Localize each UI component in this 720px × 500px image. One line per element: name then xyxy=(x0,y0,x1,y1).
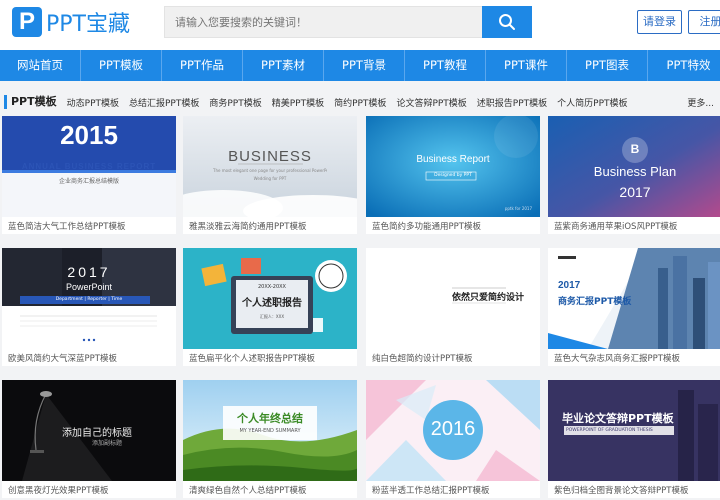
thumb-title: 添加自己的标题 xyxy=(62,428,132,439)
template-caption[interactable]: 紫色归档全图背景论文答辩PPT模板 xyxy=(554,484,688,496)
login-button[interactable]: 请登录 xyxy=(637,10,682,34)
template-card[interactable]: 依然只爱简约设计 纯白色超简约设计PPT模板 xyxy=(366,248,540,366)
template-card[interactable]: 2017 商务汇报PPT模板 蓝色大气杂志风商务汇报PPT模板 xyxy=(548,248,720,366)
thumb-subtitle: 2017 xyxy=(619,184,651,200)
nav-item-ppt-tutorials[interactable]: PPT教程 xyxy=(405,50,486,81)
template-thumbnail[interactable]: 个人年终总结 MY YEAR-END SUMMARY xyxy=(183,380,357,481)
template-caption[interactable]: 欧美风简约大气深蓝PPT模板 xyxy=(8,352,117,364)
nav-item-ppt-backgrounds[interactable]: PPT背景 xyxy=(324,50,405,81)
template-card[interactable]: 2016 粉蓝半透工作总结汇报PPT模板 xyxy=(366,380,540,498)
register-button[interactable]: 注册 xyxy=(688,10,720,34)
template-caption[interactable]: 蓝色大气杂志风商务汇报PPT模板 xyxy=(554,352,680,364)
template-thumbnail[interactable]: 2015 ANNUAL BUSINESS REPORT 企业商务汇报总结模版 xyxy=(2,116,176,217)
thumb-title: BUSINESS xyxy=(228,148,312,165)
main-nav: 网站首页 PPT模板 PPT作品 PPT素材 PPT背景 PPT教程 PPT课件… xyxy=(0,50,720,81)
category-bar: PPT模板 动态PPT模板 总结汇报PPT模板 商务PPT模板 精美PPT模板 … xyxy=(0,92,720,112)
template-thumbnail[interactable]: 依然只爱简约设计 xyxy=(366,248,540,349)
more-link[interactable]: 更多... xyxy=(687,96,714,109)
template-card[interactable]: 毕业论文答辩PPT模板 POWERPOINT OF GRADUATION THE… xyxy=(548,380,720,498)
thumb-title: 个人年终总结 xyxy=(237,412,303,425)
category-link[interactable]: 述职报告PPT模板 xyxy=(477,96,547,109)
template-caption[interactable]: 雅黑淡雅云海简约通用PPT模板 xyxy=(189,220,306,232)
template-card[interactable]: B Business Plan 2017 蓝紫商务通用苹果iOS风PPT模板 xyxy=(548,116,720,234)
nav-item-ppt-templates[interactable]: PPT模板 xyxy=(81,50,162,81)
template-thumbnail[interactable]: 2017 商务汇报PPT模板 xyxy=(548,248,720,349)
category-link[interactable]: 精美PPT模板 xyxy=(272,96,324,109)
nav-item-ppt-effects[interactable]: PPT特效 xyxy=(648,50,720,81)
thumb-subtitle: 2017 xyxy=(558,280,581,291)
site-header: P PPT宝藏 请登录 注册 xyxy=(0,0,720,50)
template-caption[interactable]: 蓝色简约多功能通用PPT模板 xyxy=(372,220,481,232)
thumb-logo: B xyxy=(630,142,640,156)
category-link[interactable]: 总结汇报PPT模板 xyxy=(129,96,199,109)
template-thumbnail[interactable]: 20XX-20XX 个人述职报告 汇报人：XXX xyxy=(183,248,357,349)
template-card[interactable]: 2015 ANNUAL BUSINESS REPORT 企业商务汇报总结模版 蓝… xyxy=(2,116,176,234)
thumb-title: 2015 xyxy=(60,120,118,150)
thumb-caption: Wedding for PPT xyxy=(253,176,287,181)
template-caption[interactable]: 纯白色超简约设计PPT模板 xyxy=(372,352,472,364)
thumb-title: Business Report xyxy=(416,154,490,165)
category-link[interactable]: 个人简历PPT模板 xyxy=(557,96,627,109)
thumb-subtitle: 添加副标题 xyxy=(92,440,123,447)
category-title: PPT模板 xyxy=(4,95,57,109)
template-caption[interactable]: 蓝色扁平化个人述职报告PPT模板 xyxy=(189,352,315,364)
template-card[interactable]: 添加自己的标题 添加副标题 创意黑夜灯光效果PPT模板 xyxy=(2,380,176,498)
search-icon xyxy=(499,14,515,30)
template-thumbnail[interactable]: 2017 PowerPoint Department | Reporter | … xyxy=(2,248,176,349)
thumb-caption: Department | Reporter | Time xyxy=(55,297,123,302)
thumb-subtitle: 汇报人：XXX xyxy=(259,314,285,319)
thumb-title: 2017 xyxy=(67,264,111,280)
thumb-subtitle: Designed by PPT xyxy=(434,173,472,178)
template-thumbnail[interactable]: 毕业论文答辩PPT模板 POWERPOINT OF GRADUATION THE… xyxy=(548,380,720,481)
search-input[interactable] xyxy=(164,6,482,38)
thumb-subtitle: ANNUAL BUSINESS REPORT xyxy=(21,162,157,171)
category-link[interactable]: 动态PPT模板 xyxy=(67,96,119,109)
thumb-subtitle: The most elegant one page for your profe… xyxy=(213,168,327,173)
search-button[interactable] xyxy=(482,6,532,38)
nav-item-ppt-materials[interactable]: PPT素材 xyxy=(243,50,324,81)
thumb-subtitle: MY YEAR-END SUMMARY xyxy=(239,428,301,434)
template-thumbnail[interactable]: BUSINESS The most elegant one page for y… xyxy=(183,116,357,217)
thumb-caption: 企业商务汇报总结模版 xyxy=(58,178,119,185)
search-bar xyxy=(164,6,532,38)
template-thumbnail[interactable]: Business Report Designed by PPT pptk for… xyxy=(366,116,540,217)
nav-item-home[interactable]: 网站首页 xyxy=(0,50,81,81)
thumb-title: 依然只爱简约设计 xyxy=(452,293,525,303)
nav-item-ppt-courseware[interactable]: PPT课件 xyxy=(486,50,567,81)
thumb-title: 毕业论文答辩PPT模板 xyxy=(562,412,674,425)
thumb-title: 2016 xyxy=(430,418,476,440)
template-caption[interactable]: 粉蓝半透工作总结汇报PPT模板 xyxy=(372,484,489,496)
thumb-title: Business Plan xyxy=(593,164,677,179)
category-link[interactable]: 商务PPT模板 xyxy=(209,96,261,109)
template-thumbnail[interactable]: 添加自己的标题 添加副标题 xyxy=(2,380,176,481)
template-card[interactable]: 个人年终总结 MY YEAR-END SUMMARY 清爽绿色自然个人总结PPT… xyxy=(183,380,357,498)
thumb-title: 商务汇报PPT模板 xyxy=(558,297,632,307)
page: P PPT宝藏 请登录 注册 网站首页 PPT模板 PPT作品 PPT素材 PP… xyxy=(0,0,720,500)
thumb-caption: 20XX-20XX xyxy=(258,284,286,290)
template-thumbnail[interactable]: 2016 xyxy=(366,380,540,481)
template-caption[interactable]: 蓝色简洁大气工作总结PPT模板 xyxy=(8,220,125,232)
category-link[interactable]: 简约PPT模板 xyxy=(334,96,386,109)
template-caption[interactable]: 清爽绿色自然个人总结PPT模板 xyxy=(189,484,306,496)
category-link[interactable]: 论文答辩PPT模板 xyxy=(396,96,466,109)
template-card[interactable]: 2017 PowerPoint Department | Reporter | … xyxy=(2,248,176,366)
template-card[interactable]: BUSINESS The most elegant one page for y… xyxy=(183,116,357,234)
thumb-subtitle: PowerPoint xyxy=(65,282,113,292)
template-caption[interactable]: 蓝紫商务通用苹果iOS风PPT模板 xyxy=(554,220,677,232)
nav-item-ppt-works[interactable]: PPT作品 xyxy=(162,50,243,81)
thumb-subtitle: POWERPOINT OF GRADUATION THESIS xyxy=(566,428,653,433)
template-caption[interactable]: 创意黑夜灯光效果PPT模板 xyxy=(8,484,108,496)
logo-mark: P xyxy=(12,7,42,37)
template-thumbnail[interactable]: B Business Plan 2017 xyxy=(548,116,720,217)
thumb-title: 个人述职报告 xyxy=(242,298,302,309)
site-logo[interactable]: P PPT宝藏 xyxy=(12,7,130,37)
logo-text: PPT宝藏 xyxy=(46,12,130,37)
thumb-caption: pptk for 2017 xyxy=(504,206,532,211)
template-card[interactable]: Business Report Designed by PPT pptk for… xyxy=(366,116,540,234)
template-card[interactable]: 20XX-20XX 个人述职报告 汇报人：XXX 蓝色扁平化个人述职报告PPT模… xyxy=(183,248,357,366)
nav-item-ppt-charts[interactable]: PPT图表 xyxy=(567,50,648,81)
